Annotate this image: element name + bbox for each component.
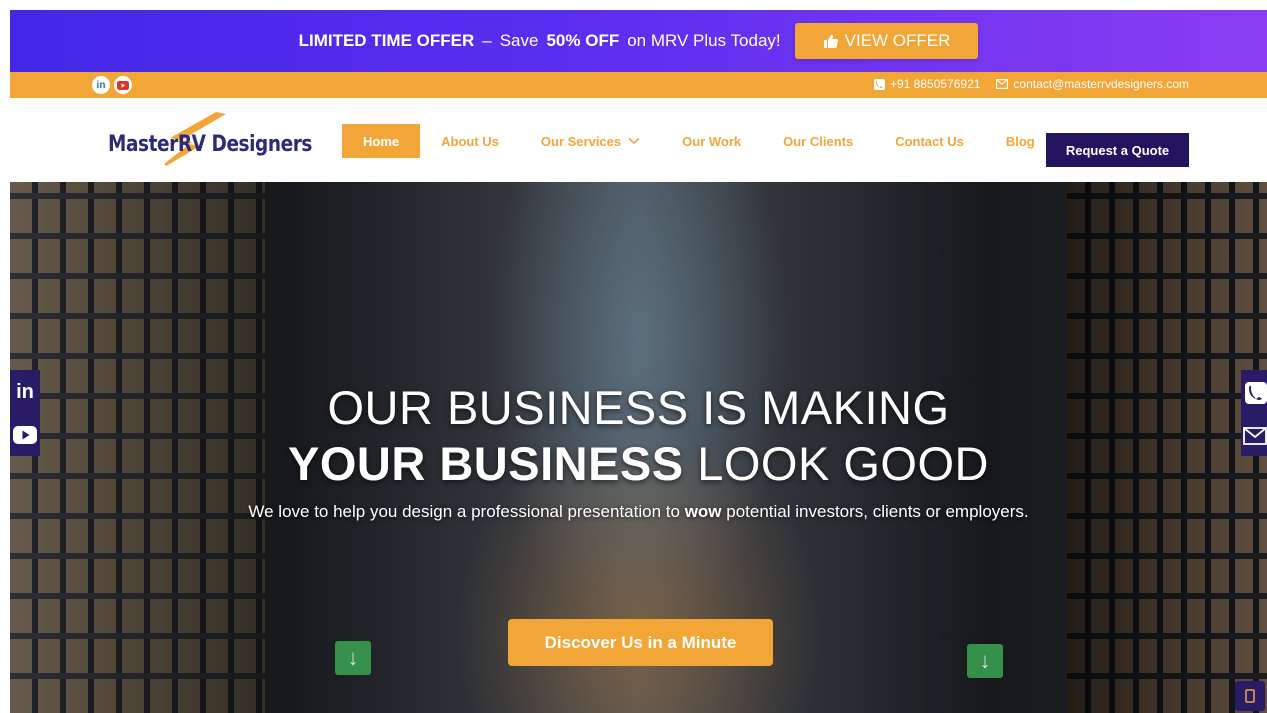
site-logo[interactable]: MasterRV Designers <box>108 108 312 172</box>
contact-email[interactable]: contact@masterrvdesigners.com <box>1013 77 1189 91</box>
promo-percent: 50% OFF <box>546 31 620 50</box>
hero-subtitle-bold: wow <box>684 502 722 521</box>
contact-bar: in +91 8850576921 contact@masterrvdesign… <box>10 72 1267 98</box>
linkedin-icon[interactable]: in <box>92 76 110 94</box>
chevron-down-icon <box>628 137 640 145</box>
floating-contact-right <box>1241 370 1267 456</box>
nav-item-work[interactable]: Our Work <box>661 124 762 158</box>
nav-menu: Home About Us Our Services Our Work Our … <box>342 124 1056 158</box>
hero-text: OUR BUSINESS IS MAKING YOUR BUSINESS LOO… <box>10 380 1267 522</box>
promo-lead: LIMITED TIME OFFER <box>298 31 475 50</box>
view-offer-label: VIEW OFFER <box>844 31 951 50</box>
hero-heading-bold: YOUR BUSINESS <box>288 437 684 490</box>
social-links: in <box>92 76 132 94</box>
page: LIMITED TIME OFFER – Save 50% OFF on MRV… <box>10 10 1267 713</box>
youtube-icon[interactable] <box>114 76 132 94</box>
promo-save: Save <box>499 31 539 50</box>
hero-subtitle: We love to help you design a professiona… <box>10 502 1267 522</box>
street-sign-left: ↓ <box>335 641 371 675</box>
street-sign-right: ↓ <box>967 644 1003 678</box>
discover-button[interactable]: Discover Us in a Minute <box>508 619 773 666</box>
logo-text: MasterRV Designers <box>108 132 312 157</box>
request-quote-button[interactable]: Request a Quote <box>1046 133 1189 167</box>
hero-heading-line2: YOUR BUSINESS LOOK GOOD <box>10 436 1267 492</box>
floating-social-left: in <box>10 370 40 456</box>
nav-item-clients[interactable]: Our Clients <box>762 124 874 158</box>
linkedin-side-icon[interactable]: in <box>16 382 34 402</box>
nav-item-about[interactable]: About Us <box>420 124 520 158</box>
mail-icon <box>996 79 1009 89</box>
nav-item-services[interactable]: Our Services <box>520 124 661 158</box>
view-offer-button[interactable]: VIEW OFFER <box>794 23 979 59</box>
hero-section: ↓ ↓ OUR BUSINESS IS MAKING YOUR BUSINESS… <box>10 182 1267 713</box>
hero-subtitle-pre: We love to help you design a professiona… <box>248 502 680 521</box>
main-nav: MasterRV Designers Home About Us Our Ser… <box>10 98 1267 182</box>
phone-icon <box>873 78 885 90</box>
promo-rest: on MRV Plus Today! <box>627 31 781 50</box>
nav-item-contact[interactable]: Contact Us <box>874 124 985 158</box>
mobile-icon <box>1245 689 1255 703</box>
phone-side-icon[interactable] <box>1245 381 1267 404</box>
thumbs-up-icon <box>823 34 838 48</box>
promo-banner: LIMITED TIME OFFER – Save 50% OFF on MRV… <box>10 10 1267 72</box>
promo-dash: – <box>482 31 492 50</box>
contact-phone[interactable]: +91 8850576921 <box>890 77 980 91</box>
contact-info: +91 8850576921 contact@masterrvdesigners… <box>873 77 1189 91</box>
nav-item-home[interactable]: Home <box>342 124 421 158</box>
hero-heading-rest: LOOK GOOD <box>697 437 989 490</box>
nav-item-services-label: Our Services <box>540 133 622 149</box>
hero-subtitle-post: potential investors, clients or employer… <box>726 502 1029 521</box>
floating-widget-button[interactable] <box>1235 681 1265 711</box>
mail-side-icon[interactable] <box>1243 426 1267 445</box>
hero-heading-line1: OUR BUSINESS IS MAKING <box>327 381 950 434</box>
youtube-side-icon[interactable] <box>13 426 37 444</box>
